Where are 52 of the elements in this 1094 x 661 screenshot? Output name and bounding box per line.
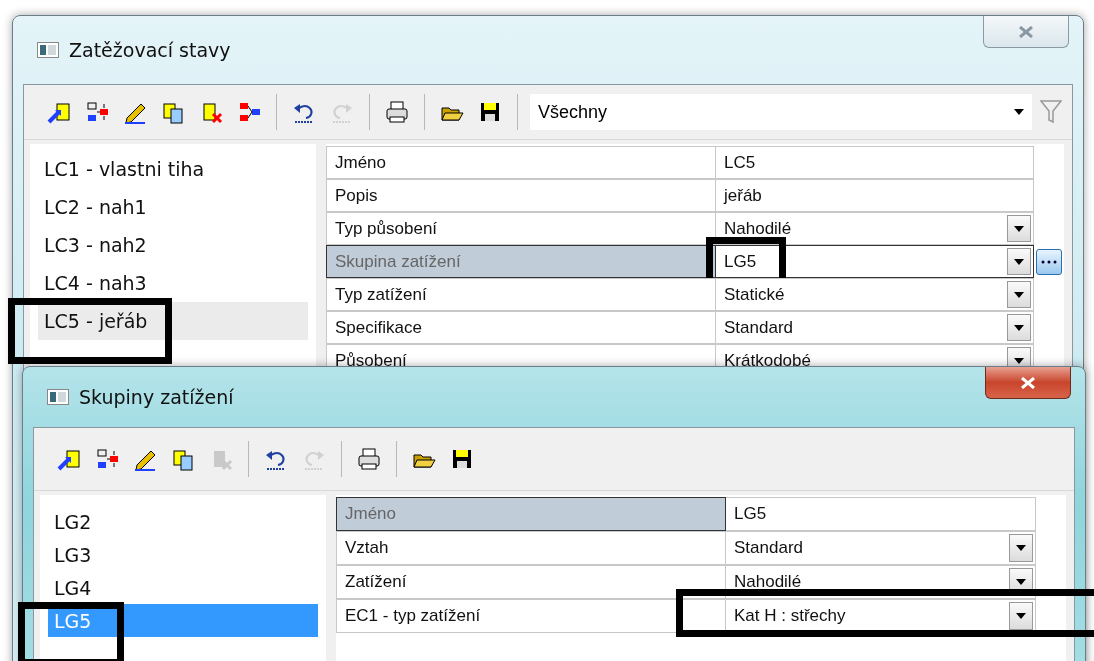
property-value[interactable]: Standard xyxy=(726,531,1036,565)
dropdown-button[interactable] xyxy=(1009,534,1033,562)
window-icon xyxy=(37,42,59,58)
property-value[interactable]: Standard xyxy=(716,311,1034,344)
property-name: Popis xyxy=(326,179,716,212)
close-icon xyxy=(1020,376,1036,389)
list-item[interactable]: LC2 - nah1 xyxy=(38,188,308,226)
dropdown-arrow-icon xyxy=(1014,109,1024,115)
browse-button[interactable] xyxy=(1036,248,1062,275)
window-icon xyxy=(47,389,69,405)
property-value[interactable]: Nahodilé xyxy=(716,212,1034,245)
property-name: Jméno xyxy=(326,146,716,179)
filter-dropdown[interactable]: Všechny xyxy=(530,94,1032,130)
dropdown-button[interactable] xyxy=(1009,602,1033,630)
list-item[interactable]: LC5 - jeřáb xyxy=(38,302,308,340)
property-value[interactable]: Statické xyxy=(716,278,1034,311)
ellipsis-icon xyxy=(1041,259,1057,264)
list-item[interactable]: LC4 - nah3 xyxy=(38,264,308,302)
property-value[interactable]: jeřáb xyxy=(716,179,1034,212)
list-item[interactable]: LG3 xyxy=(48,538,318,571)
property-value[interactable]: Kat H : střechy xyxy=(726,599,1036,633)
list-item[interactable]: LC3 - nah2 xyxy=(38,226,308,264)
caret-icon xyxy=(1016,579,1026,585)
caret-icon xyxy=(1014,225,1024,232)
dropdown-button[interactable] xyxy=(1007,281,1031,308)
list-item[interactable]: LG4 xyxy=(48,571,318,604)
close-icon xyxy=(1018,25,1034,38)
list-item[interactable]: LG2 xyxy=(48,505,318,538)
caret-icon xyxy=(1016,545,1026,551)
caret-icon xyxy=(1014,324,1024,331)
property-name: Specifikace xyxy=(326,311,716,344)
caret-icon xyxy=(1014,291,1024,298)
property-name: Typ působení xyxy=(326,212,716,245)
property-name: Skupina zatížení xyxy=(326,245,716,278)
caret-icon xyxy=(1014,258,1024,265)
caret-icon xyxy=(1014,357,1024,364)
property-value[interactable]: LG5 xyxy=(726,497,1036,531)
dropdown-button[interactable] xyxy=(1007,314,1031,341)
property-value[interactable]: LC5 xyxy=(716,146,1034,179)
property-name: Jméno xyxy=(336,497,726,531)
caret-icon xyxy=(1016,613,1026,619)
dropdown-button[interactable] xyxy=(1007,215,1031,242)
close-button[interactable] xyxy=(985,367,1071,399)
property-name: Zatížení xyxy=(336,565,726,599)
dropdown-button[interactable] xyxy=(1007,248,1031,275)
window-title: Skupiny zatížení xyxy=(79,386,235,408)
property-value[interactable]: LG5 xyxy=(716,245,1034,278)
list-item[interactable]: LC1 - vlastni tiha xyxy=(38,150,308,188)
property-name: Typ zatížení xyxy=(326,278,716,311)
property-name: Vztah xyxy=(336,531,726,565)
property-name: EC1 - typ zatížení xyxy=(336,599,726,633)
window-title: Zatěžovací stavy xyxy=(69,39,232,61)
